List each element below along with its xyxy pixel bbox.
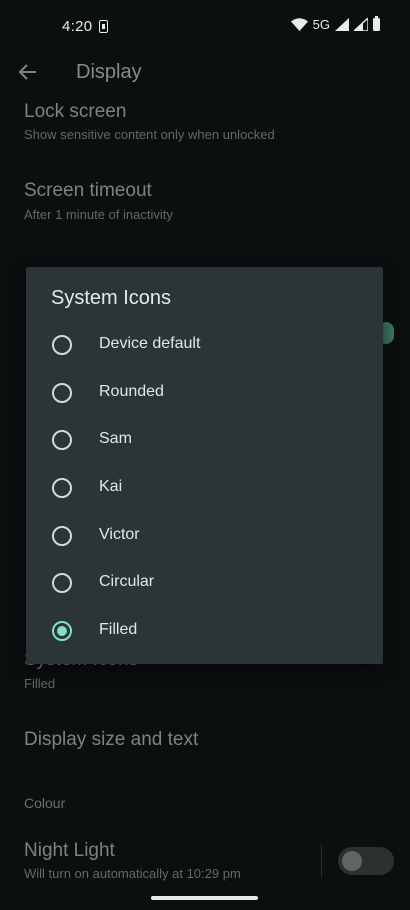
wifi-icon	[290, 18, 308, 31]
option-filled[interactable]: Filled	[26, 608, 383, 654]
option-label: Circular	[99, 573, 155, 590]
gesture-nav-bar[interactable]	[151, 896, 258, 900]
status-bar: 4:20 5G	[0, 0, 410, 52]
network-type-label: 5G	[312, 17, 330, 32]
signal-2-icon	[354, 18, 368, 31]
back-arrow-icon[interactable]	[16, 60, 40, 84]
lock-screen-subtitle: Show sensitive content only when unlocke…	[24, 127, 275, 142]
radio-button[interactable]	[52, 478, 72, 498]
radio-button[interactable]	[52, 526, 72, 546]
dialog-title: System Icons	[51, 287, 172, 309]
option-kai[interactable]: Kai	[26, 465, 383, 511]
radio-button[interactable]	[52, 430, 72, 450]
option-rounded[interactable]: Rounded	[26, 370, 383, 416]
option-device-default[interactable]: Device default	[26, 322, 383, 368]
divider	[321, 845, 322, 877]
option-sam[interactable]: Sam	[26, 417, 383, 463]
option-label: Sam	[99, 430, 132, 447]
page-title: Display	[76, 61, 142, 83]
system-icons-dialog: System Icons Device default Rounded Sam …	[26, 267, 383, 664]
toggle-knob	[342, 851, 362, 871]
lock-screen-title[interactable]: Lock screen	[24, 101, 126, 123]
status-icons: 5G	[290, 16, 380, 32]
screen-timeout-title[interactable]: Screen timeout	[24, 180, 152, 202]
radio-button[interactable]	[52, 573, 72, 593]
night-light-toggle[interactable]	[338, 847, 394, 875]
radio-button[interactable]	[52, 383, 72, 403]
night-light-subtitle: Will turn on automatically at 10:29 pm	[24, 866, 241, 881]
option-label: Rounded	[99, 383, 164, 400]
sim-card-icon	[99, 20, 108, 33]
option-victor[interactable]: Victor	[26, 513, 383, 559]
screen-timeout-subtitle: After 1 minute of inactivity	[24, 207, 173, 222]
display-size-title[interactable]: Display size and text	[24, 729, 198, 751]
battery-icon	[373, 16, 380, 31]
radio-button-selected[interactable]	[52, 621, 72, 641]
radio-button[interactable]	[52, 335, 72, 355]
option-circular[interactable]: Circular	[26, 560, 383, 606]
option-label: Device default	[99, 335, 201, 352]
option-label: Kai	[99, 478, 123, 495]
option-label: Filled	[99, 621, 138, 638]
option-label: Victor	[99, 526, 140, 543]
colour-section-header: Colour	[24, 795, 66, 811]
night-light-title[interactable]: Night Light	[24, 840, 115, 862]
signal-icon	[335, 18, 349, 31]
system-icons-subtitle: Filled	[24, 676, 56, 691]
status-time: 4:20	[62, 18, 93, 35]
